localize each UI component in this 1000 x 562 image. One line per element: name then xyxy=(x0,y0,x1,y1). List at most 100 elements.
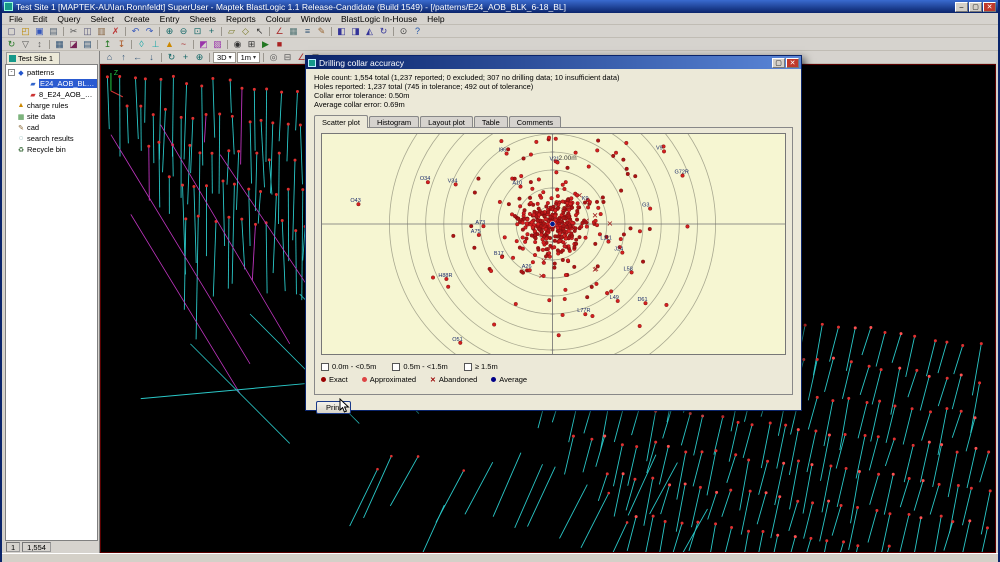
play-icon[interactable]: ▶ xyxy=(259,38,272,50)
colour-by-icon[interactable]: ◩ xyxy=(197,38,210,50)
select-rectangle-icon[interactable]: ▱ xyxy=(225,25,238,37)
tree-item-site-data[interactable]: ▦ site data xyxy=(6,111,97,122)
menu-sheets[interactable]: Sheets xyxy=(185,13,221,25)
orbit-icon[interactable]: ↻ xyxy=(165,51,178,63)
svg-text:A75: A75 xyxy=(471,229,481,235)
charge-icon[interactable]: ▲ xyxy=(163,38,176,50)
sort-icon[interactable]: ↕ xyxy=(33,38,46,50)
svg-text:H88R: H88R xyxy=(438,273,452,279)
legend-icon[interactable]: ▧ xyxy=(211,38,224,50)
rotate-view-icon[interactable]: ↻ xyxy=(377,25,390,37)
legend-approximated: Approximated xyxy=(361,375,416,384)
expander-icon[interactable]: - xyxy=(8,69,15,76)
undo-icon[interactable]: ↶ xyxy=(129,25,142,37)
zoom-out-icon[interactable]: ⊖ xyxy=(177,25,190,37)
maximize-button[interactable]: ▢ xyxy=(969,1,982,12)
export-icon[interactable]: ↧ xyxy=(115,38,128,50)
range-checkbox-2[interactable] xyxy=(463,362,472,371)
snapshot-icon[interactable]: ⊞ xyxy=(245,38,258,50)
delete-icon[interactable]: ✗ xyxy=(109,25,122,37)
view-section-icon[interactable]: ◨ xyxy=(349,25,362,37)
drillholes-icon[interactable]: ⊥ xyxy=(149,38,162,50)
app-icon xyxy=(4,2,13,11)
tree-item-label: cad xyxy=(27,123,40,132)
help-icon[interactable]: ? xyxy=(411,25,424,37)
tree-item-charge-rules[interactable]: ▲ charge rules xyxy=(6,100,97,111)
print-icon[interactable]: ▤ xyxy=(47,25,60,37)
dialog-close-button[interactable]: ✕ xyxy=(786,57,799,68)
zoom-view-icon[interactable]: ⊕ xyxy=(193,51,206,63)
pan-icon[interactable]: + xyxy=(205,25,218,37)
tie-up-icon[interactable]: ~ xyxy=(177,38,190,50)
camera-icon[interactable]: ◉ xyxy=(231,38,244,50)
design-surface-icon[interactable]: ◊ xyxy=(135,38,148,50)
look-down-icon[interactable]: ↓ xyxy=(145,51,158,63)
tree-item-e24-aob-blk-6-18-[interactable]: ▰E24_AOB_BLK 6-18 ... xyxy=(6,78,97,89)
look-west-icon[interactable]: ← xyxy=(131,51,144,63)
dialog-title-bar[interactable]: Drilling collar accuracy ▢ ✕ xyxy=(306,56,801,69)
menu-create[interactable]: Create xyxy=(119,13,155,25)
menu-reports[interactable]: Reports xyxy=(221,13,261,25)
stop-icon[interactable]: ■ xyxy=(273,38,286,50)
clip-icon[interactable]: ⊟ xyxy=(281,51,294,63)
layers-icon[interactable]: ≡ xyxy=(301,25,314,37)
visibility-icon[interactable]: ◎ xyxy=(267,51,280,63)
tree-item-search-results[interactable]: ◌ search results xyxy=(6,133,97,144)
table-icon[interactable]: ▦ xyxy=(53,38,66,50)
explorer-tab-label: Test Site 1 xyxy=(18,54,54,63)
open-file-icon[interactable]: ◰ xyxy=(19,25,32,37)
filter-icon[interactable]: ▽ xyxy=(19,38,32,50)
dialog-maximize-button[interactable]: ▢ xyxy=(772,57,785,68)
print-button[interactable]: Print xyxy=(316,401,352,414)
report-icon[interactable]: ▤ xyxy=(81,38,94,50)
close-button[interactable]: ✕ xyxy=(983,1,996,12)
annotate-icon[interactable]: ✎ xyxy=(315,25,328,37)
zoom-in-icon[interactable]: ⊕ xyxy=(163,25,176,37)
menu-file[interactable]: File xyxy=(4,13,28,25)
look-north-icon[interactable]: ↑ xyxy=(117,51,130,63)
view-mode-select[interactable]: 3D ▾ xyxy=(213,51,236,63)
settings-icon[interactable]: ⊙ xyxy=(397,25,410,37)
tree-item-cad[interactable]: ✎ cad xyxy=(6,122,97,133)
view-plan-icon[interactable]: ◧ xyxy=(335,25,348,37)
explorer-tab[interactable]: Test Site 1 xyxy=(6,52,60,64)
redo-icon[interactable]: ↷ xyxy=(143,25,156,37)
menu-window[interactable]: Window xyxy=(296,13,336,25)
menu-entry[interactable]: Entry xyxy=(155,13,185,25)
menu-blastlogic-in-house[interactable]: BlastLogic In-House xyxy=(336,13,422,25)
tree-item-patterns[interactable]: - ◆ patterns xyxy=(6,67,97,78)
svg-text:O43: O43 xyxy=(350,198,360,204)
chart-icon[interactable]: ◪ xyxy=(67,38,80,50)
home-view-icon[interactable]: ⌂ xyxy=(103,51,116,63)
pick-icon[interactable]: ↖ xyxy=(253,25,266,37)
range-checkbox-1[interactable] xyxy=(392,362,401,371)
zoom-extents-icon[interactable]: ⊡ xyxy=(191,25,204,37)
paste-icon[interactable]: ▥ xyxy=(95,25,108,37)
explorer-status-bar: 1 1,554 xyxy=(4,541,99,553)
copy-icon[interactable]: ◫ xyxy=(81,25,94,37)
refresh-icon[interactable]: ↻ xyxy=(5,38,18,50)
tree-item-recycle-bin[interactable]: ♻ Recycle bin xyxy=(6,144,97,155)
abandoned-marker-icon: ✕ xyxy=(430,376,436,384)
grid-icon[interactable]: ▦ xyxy=(287,25,300,37)
range-checkbox-0[interactable] xyxy=(321,362,329,371)
minimize-button[interactable]: ‒ xyxy=(955,1,968,12)
menu-help[interactable]: Help xyxy=(422,13,449,25)
menu-colour[interactable]: Colour xyxy=(261,13,296,25)
tab-scatter-plot[interactable]: Scatter plot xyxy=(314,115,368,128)
menu-query[interactable]: Query xyxy=(52,13,85,25)
cut-icon[interactable]: ✂ xyxy=(67,25,80,37)
view-3d-icon[interactable]: ◭ xyxy=(363,25,376,37)
scale-select[interactable]: 1m ▾ xyxy=(236,51,261,63)
import-icon[interactable]: ↥ xyxy=(101,38,114,50)
menu-select[interactable]: Select xyxy=(86,13,120,25)
bottom-strip xyxy=(2,553,998,562)
tree-item-8-e24-aob-blk-6-[interactable]: ▰8_E24_AOB_BLK_6-... xyxy=(6,89,97,100)
measure-icon[interactable]: ∠ xyxy=(273,25,286,37)
select-polygon-icon[interactable]: ◇ xyxy=(239,25,252,37)
new-file-icon[interactable]: ▢ xyxy=(5,25,18,37)
svg-text:A73: A73 xyxy=(475,220,485,226)
pan-view-icon[interactable]: + xyxy=(179,51,192,63)
save-icon[interactable]: ▣ xyxy=(33,25,46,37)
menu-edit[interactable]: Edit xyxy=(28,13,53,25)
